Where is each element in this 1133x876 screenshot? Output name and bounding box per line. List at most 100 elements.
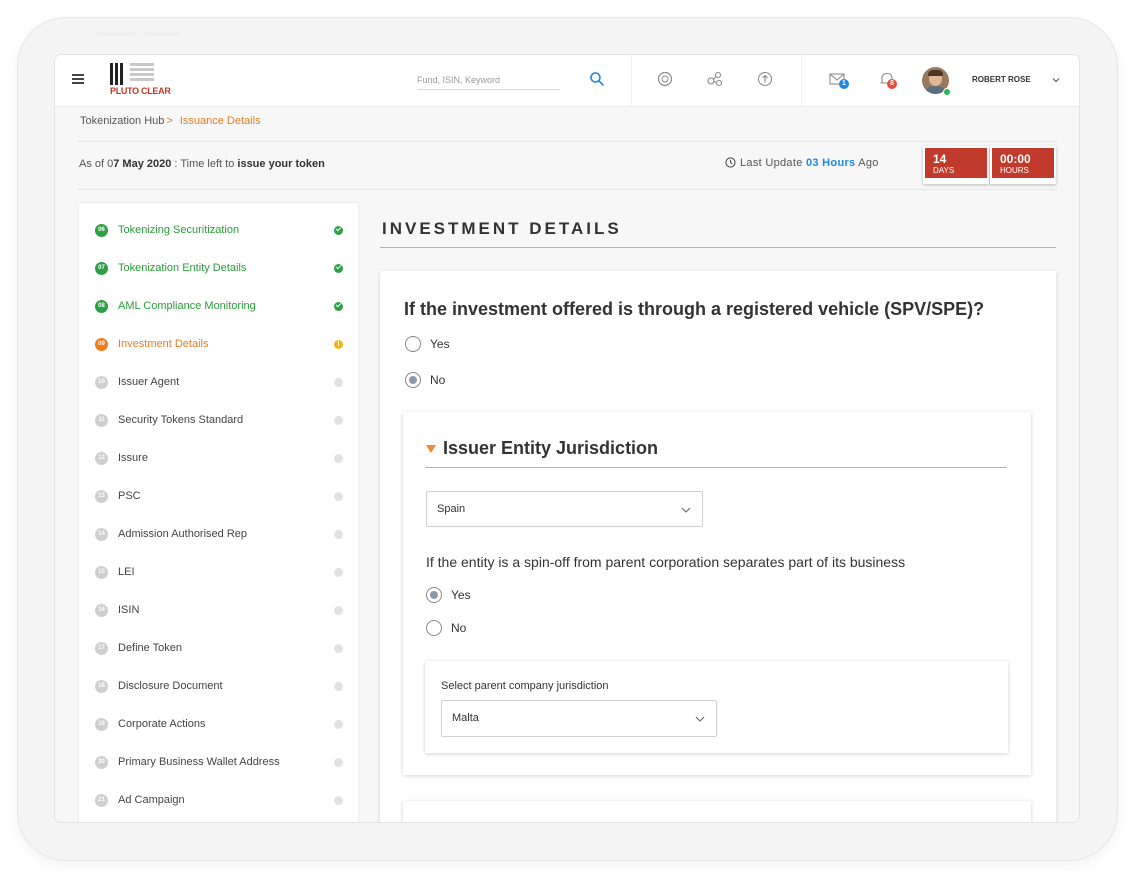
step-label: Primary Business Wallet Address [118, 756, 280, 768]
step-number: 12 [95, 452, 108, 465]
check-icon [334, 301, 343, 311]
step-label: Security Tokens Standard [118, 414, 244, 426]
step-label: Corporate Actions [118, 718, 206, 730]
step-item[interactable]: 20 Primary Business Wallet Address [79, 743, 358, 781]
breadcrumb-separator: > [166, 115, 173, 127]
step-number: 21 [95, 794, 108, 807]
steps-sidebar: 06 Tokenizing Securitization 07 Tokenizati… [79, 203, 358, 822]
step-number: 17 [95, 642, 108, 655]
jurisdiction-select-value: Spain [437, 503, 466, 515]
chevron-down-icon[interactable] [1051, 75, 1061, 85]
smiley-icon[interactable] [656, 70, 674, 88]
step-item[interactable]: 10 Issuer Agent [79, 363, 358, 401]
step-number: 18 [95, 680, 108, 693]
network-icon[interactable] [706, 70, 724, 88]
radio-label: No [451, 621, 467, 635]
search-input[interactable] [417, 71, 560, 90]
step-item[interactable]: 13 PSC [79, 477, 358, 515]
pending-dot-icon [334, 530, 343, 539]
search-icon[interactable] [589, 71, 605, 87]
pending-dot-icon [334, 644, 343, 653]
in-progress-icon [334, 340, 343, 349]
step-item[interactable]: 19 Corporate Actions [79, 705, 358, 743]
countdown-days-unit: DAYS [933, 166, 955, 175]
user-name[interactable]: ROBERT ROSE [972, 75, 1031, 84]
last-update: Last Update 03 Hours Ago [725, 157, 879, 169]
step-item[interactable]: 06 Tokenizing Securitization [79, 211, 358, 249]
radio-button[interactable] [405, 372, 421, 388]
step-item[interactable]: 17 Define Token [79, 629, 358, 667]
frame-tab [95, 32, 135, 36]
logo-text: PLUTO CLEAR [110, 86, 171, 96]
vehicle-question: If the investment offered is through a r… [404, 299, 985, 319]
chevron-down-icon [695, 716, 705, 722]
breadcrumb-current: Issuance Details [179, 115, 261, 127]
brand-logo[interactable]: PLUTO CLEAR [110, 63, 171, 97]
step-label: AML Compliance Monitoring [118, 300, 256, 312]
step-number: 19 [95, 718, 108, 731]
countdown-hours-unit: HOURS [1000, 166, 1029, 175]
step-item[interactable]: 15 LEI [79, 553, 358, 591]
next-section-card [403, 801, 1031, 822]
step-label: Issuer Agent [118, 376, 180, 388]
step-label: Tokenization Entity Details [118, 262, 247, 274]
countdown-hours-value: 00:00 [1000, 152, 1031, 166]
menu-icon[interactable] [72, 74, 84, 84]
divider [77, 189, 1057, 190]
pending-dot-icon [334, 758, 343, 767]
check-icon [334, 263, 343, 273]
step-number: 11 [95, 414, 108, 427]
step-number: 09 [95, 338, 108, 351]
step-item[interactable]: 18 Disclosure Document [79, 667, 358, 705]
step-item[interactable]: 16 ISIN [79, 591, 358, 629]
step-label: Investment Details [118, 338, 209, 350]
step-label: ISIN [118, 604, 140, 616]
step-item[interactable]: 08 AML Compliance Monitoring [79, 287, 358, 325]
investment-card: If the investment offered is through a r… [380, 271, 1056, 822]
upload-icon[interactable] [756, 70, 774, 88]
pending-dot-icon [334, 416, 343, 425]
check-icon [334, 225, 343, 235]
as-of-text: As of 07 May 2020 : Time left to issue y… [79, 158, 325, 170]
divider [801, 55, 802, 106]
step-label: Ad Campaign [118, 794, 185, 806]
pending-dot-icon [334, 606, 343, 615]
logo-lines-icon [130, 63, 154, 83]
radio-label: No [430, 373, 446, 387]
collapse-triangle-icon[interactable] [426, 445, 436, 453]
parent-jurisdiction-select[interactable]: Malta [441, 700, 717, 737]
step-number: 14 [95, 528, 108, 541]
step-item[interactable]: 12 Issure [79, 439, 358, 477]
step-item[interactable]: 14 Admission Authorised Rep [79, 515, 358, 553]
step-label: LEI [118, 566, 135, 578]
step-number: 13 [95, 490, 108, 503]
countdown-days: 14 DAYS [923, 146, 989, 184]
radio-button[interactable] [405, 336, 421, 352]
step-label: Define Token [118, 642, 183, 654]
step-number: 08 [95, 300, 108, 313]
online-status-dot [943, 88, 951, 96]
radio-label: Yes [430, 337, 450, 351]
divider [77, 141, 1057, 142]
radio-button[interactable] [426, 587, 442, 603]
pending-dot-icon [334, 796, 343, 805]
step-item[interactable]: 07 Tokenization Entity Details [79, 249, 358, 287]
step-item-active[interactable]: 09 Investment Details [79, 325, 358, 363]
radio-button[interactable] [426, 620, 442, 636]
countdown-days-value: 14 [933, 152, 947, 166]
chevron-down-icon [681, 507, 691, 513]
pending-dot-icon [334, 492, 343, 501]
pending-dot-icon [334, 454, 343, 463]
step-label: Disclosure Document [118, 680, 223, 692]
pending-dot-icon [334, 720, 343, 729]
step-number: 06 [95, 224, 108, 237]
notification-badge: 8 [887, 79, 897, 89]
radio-label: Yes [451, 588, 471, 602]
step-item[interactable]: 21 Ad Campaign [79, 781, 358, 819]
section-title: INVESTMENT DETAILS [382, 219, 622, 238]
step-item[interactable]: 11 Security Tokens Standard [79, 401, 358, 439]
breadcrumb-root[interactable]: Tokenization Hub [80, 115, 164, 127]
jurisdiction-select[interactable]: Spain [426, 491, 703, 527]
top-bar: PLUTO CLEAR 1 [55, 55, 1079, 107]
mail-badge: 1 [839, 79, 849, 89]
